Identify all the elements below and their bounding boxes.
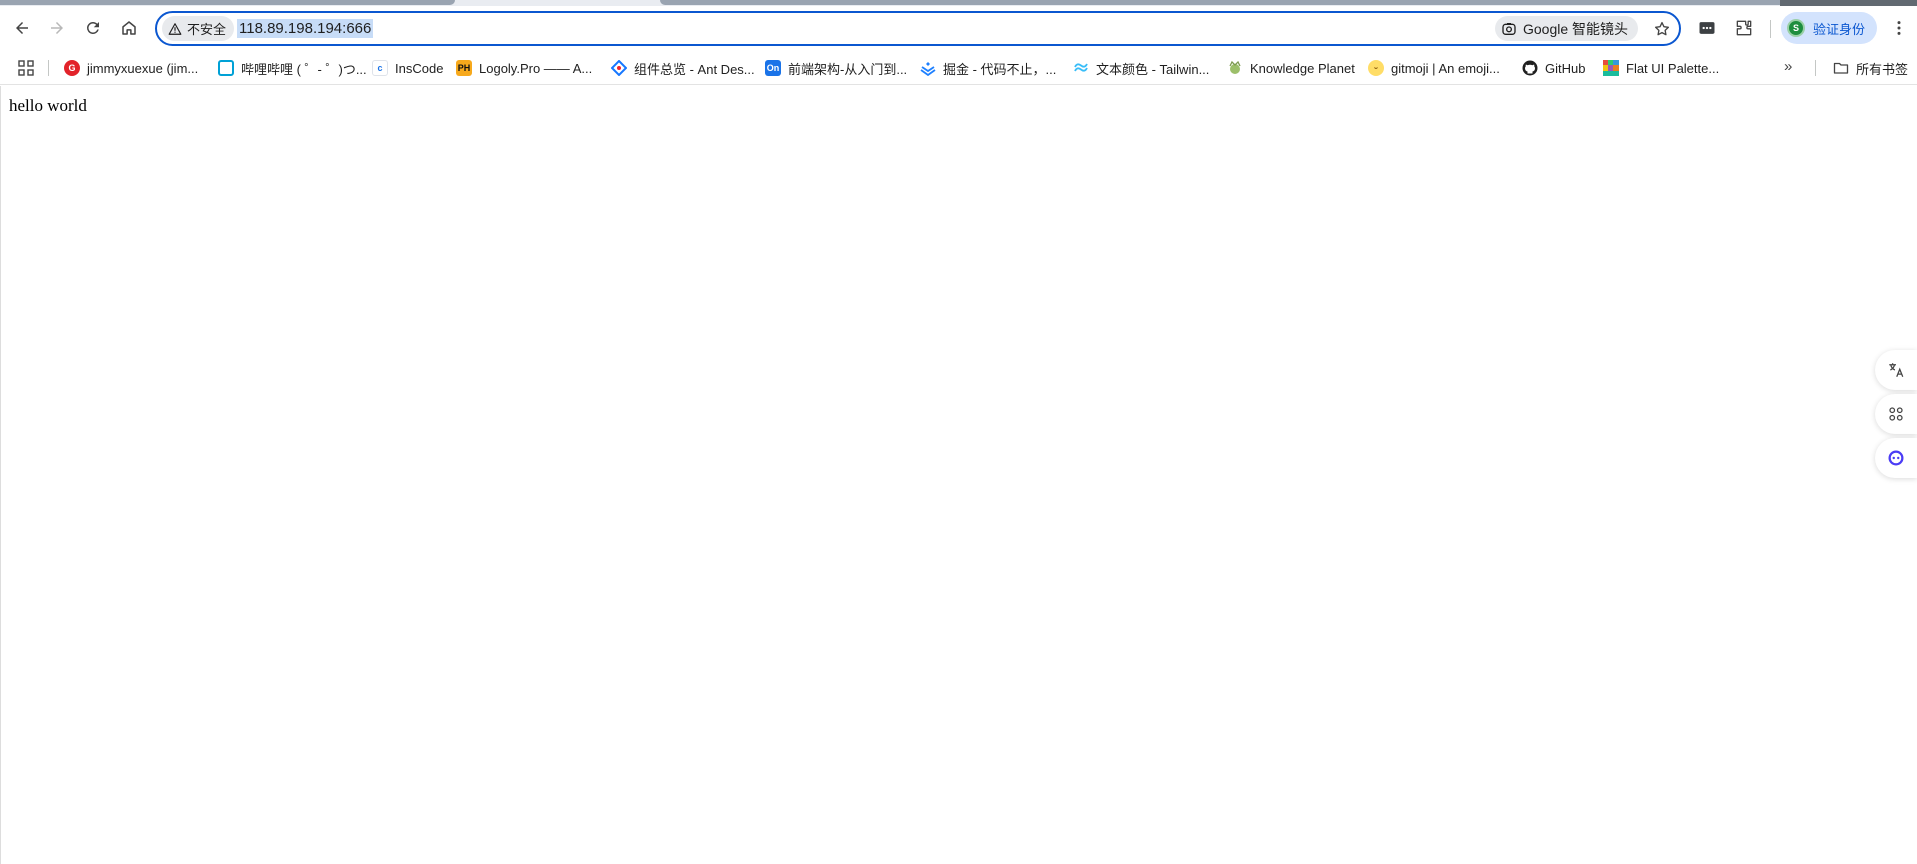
- bookmark-item[interactable]: Flat UI Palette...: [1603, 56, 1719, 80]
- arrow-right-icon: [51, 22, 63, 34]
- menu-button[interactable]: [1885, 14, 1913, 42]
- url-text[interactable]: 118.89.198.194:666: [237, 19, 374, 38]
- tab-active[interactable]: [660, 0, 1780, 5]
- google-lens-button[interactable]: Google 智能镜头: [1495, 16, 1639, 41]
- bookmark-label: jimmyxuexue (jim...: [87, 60, 199, 76]
- page-content: hello world: [0, 86, 1917, 864]
- extension-button[interactable]: [1693, 14, 1721, 42]
- tailwind-icon: [1073, 60, 1089, 76]
- bookmark-label: gitmoji | An emoji...: [1391, 60, 1500, 76]
- course-icon: On: [765, 60, 781, 76]
- github-icon: [1522, 60, 1538, 76]
- bookmarks-divider: [1815, 60, 1816, 76]
- bookmark-item[interactable]: G jimmyxuexue (jim...: [64, 56, 198, 80]
- bookmark-label: 组件总览 - Ant Des...: [634, 61, 755, 77]
- profile-button[interactable]: S 验证身份: [1781, 12, 1878, 44]
- assistant-icon: [1888, 450, 1904, 466]
- forward-button[interactable]: [41, 12, 73, 44]
- bookmark-label: InsCode: [395, 60, 444, 76]
- bookmark-item[interactable]: PH Logoly.Pro —— A...: [456, 56, 592, 80]
- apps-grid-icon: [1889, 407, 1903, 421]
- lens-label: Google 智能镜头: [1523, 20, 1629, 37]
- bookmark-label: 文本颜色 - Tailwin...: [1096, 61, 1210, 77]
- bookmark-label: Flat UI Palette...: [1626, 60, 1720, 76]
- bookmark-item[interactable]: 文本颜色 - Tailwin...: [1073, 56, 1209, 80]
- bilibili-icon: [218, 60, 234, 76]
- bookmark-item[interactable]: 哔哩哔哩 ( ゜- ゜)つ...: [218, 56, 367, 80]
- extension-dots-icon: [1699, 22, 1715, 34]
- security-label: 不安全: [187, 22, 227, 37]
- more-vertical-icon: [1897, 21, 1901, 35]
- gitee-icon: G: [64, 60, 80, 76]
- security-chip[interactable]: 不安全: [162, 16, 235, 41]
- translate-button[interactable]: [1875, 350, 1917, 390]
- toolbar-divider: [1770, 20, 1771, 38]
- avatar: S: [1787, 19, 1805, 37]
- bookmark-label: 掘金 - 代码不止，...: [943, 61, 1057, 77]
- bookmark-item[interactable]: 掘金 - 代码不止，...: [920, 56, 1056, 80]
- bookmarks-bar: G jimmyxuexue (jim... 哔哩哔哩 ( ゜- ゜)つ... c…: [0, 51, 1917, 85]
- star-icon: [1654, 21, 1670, 36]
- logoly-icon: PH: [456, 60, 472, 76]
- juejin-icon: [920, 60, 936, 76]
- bookmark-label: Knowledge Planet: [1250, 60, 1355, 76]
- warning-triangle-icon: [168, 22, 182, 35]
- extensions-button[interactable]: [1730, 14, 1758, 42]
- profile-label: 验证身份: [1813, 21, 1866, 37]
- all-bookmarks-label: 所有书签: [1856, 61, 1909, 77]
- arrow-left-icon: [16, 22, 28, 34]
- all-bookmarks-button[interactable]: 所有书签: [1833, 56, 1908, 80]
- reload-button[interactable]: [77, 12, 109, 44]
- ant-design-icon: [611, 60, 627, 76]
- bookmark-item[interactable]: GitHub: [1522, 56, 1585, 80]
- back-button[interactable]: [6, 12, 38, 44]
- bookmark-item[interactable]: 组件总览 - Ant Des...: [611, 56, 755, 80]
- bookmark-item[interactable]: ᵕ gitmoji | An emoji...: [1368, 56, 1500, 80]
- flat-ui-icon: [1603, 60, 1619, 76]
- inscode-icon: c: [372, 60, 388, 76]
- address-bar[interactable]: 不安全 118.89.198.194:666 Google 智能镜头: [155, 11, 1681, 46]
- tab-left[interactable]: [0, 0, 455, 5]
- bookmark-label: Logoly.Pro —— A...: [479, 60, 593, 76]
- knowledge-planet-icon: [1227, 60, 1243, 76]
- reload-icon: [86, 21, 99, 34]
- home-button[interactable]: [113, 12, 145, 44]
- more-bookmarks-button[interactable]: »: [1784, 58, 1792, 75]
- page-body-text: hello world: [9, 96, 87, 115]
- apps-button[interactable]: [16, 58, 36, 78]
- assistant-button[interactable]: [1875, 438, 1917, 478]
- bookmark-item[interactable]: On 前端架构-从入门到...: [765, 56, 907, 80]
- bookmark-item[interactable]: Knowledge Planet: [1227, 56, 1355, 80]
- apps-grid-icon: [18, 60, 34, 76]
- bookmark-star-button[interactable]: [1649, 16, 1675, 42]
- lens-icon: [1502, 22, 1516, 35]
- bookmark-label: 前端架构-从入门到...: [788, 61, 908, 77]
- home-icon: [122, 21, 136, 35]
- puzzle-icon: [1736, 20, 1752, 36]
- browser-toolbar: 不安全 118.89.198.194:666 Google 智能镜头 S 验证身…: [0, 6, 1917, 51]
- bookmarks-divider: [48, 60, 49, 76]
- gitmoji-icon: ᵕ: [1368, 60, 1384, 76]
- apps-tool-button[interactable]: [1875, 394, 1917, 434]
- browser-window: 不安全 118.89.198.194:666 Google 智能镜头 S 验证身…: [0, 0, 1917, 864]
- bookmark-label: 哔哩哔哩 ( ゜- ゜)つ...: [241, 61, 367, 77]
- bookmark-item[interactable]: c InsCode: [372, 56, 443, 80]
- bookmark-label: GitHub: [1545, 60, 1586, 76]
- translate-icon: [1889, 363, 1904, 377]
- folder-icon: [1833, 62, 1849, 74]
